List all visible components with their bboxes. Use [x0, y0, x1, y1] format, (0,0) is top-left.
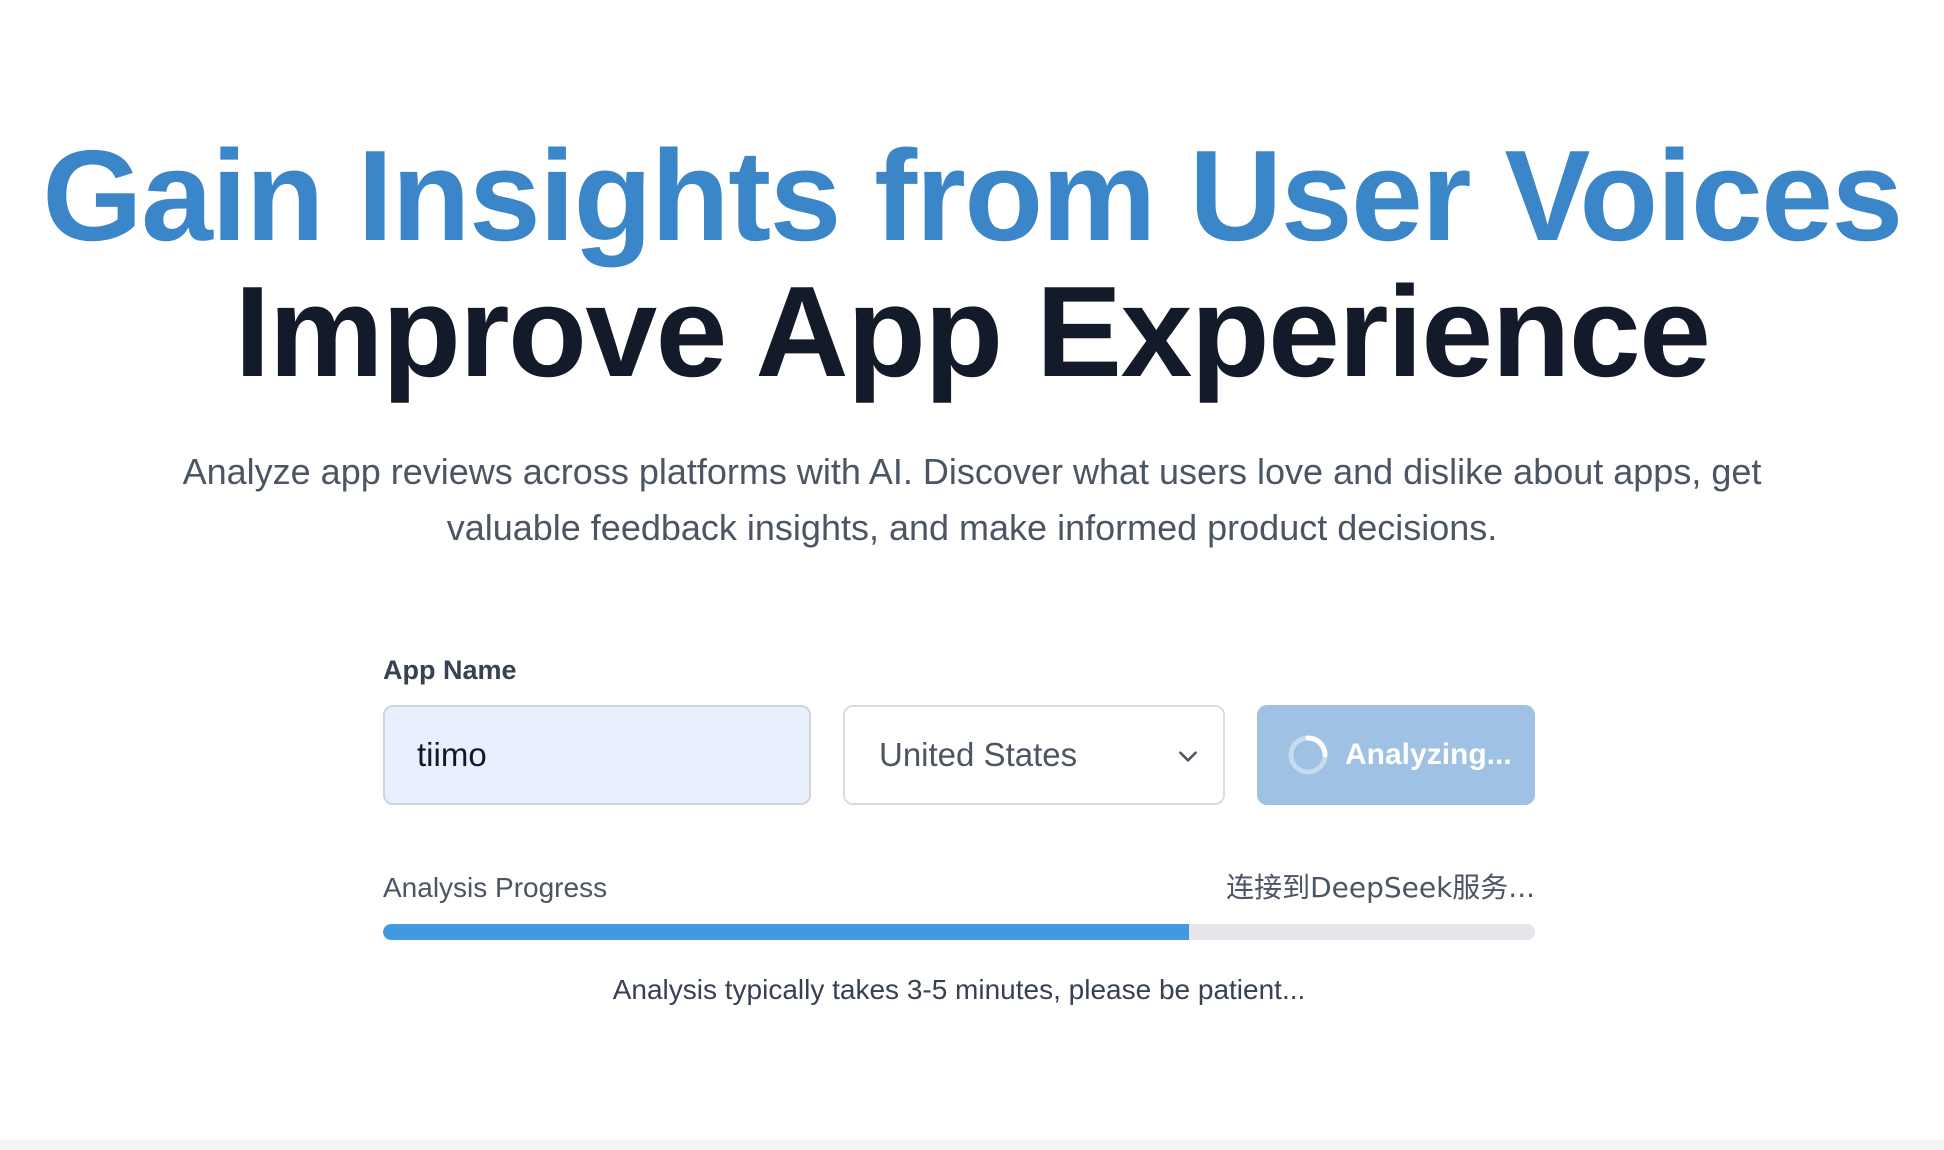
hero: Gain Insights from User Voices Improve A…: [0, 128, 1944, 400]
progress-note: Analysis typically takes 3-5 minutes, pl…: [612, 974, 1306, 1005]
hero-title-highlight: Gain Insights from User Voices: [42, 124, 1903, 268]
form-row: United States Analyzing...: [383, 705, 1535, 805]
progress-header: Analysis Progress 连接到DeepSeek服务...: [383, 868, 1535, 908]
footer-divider: [0, 1140, 1944, 1150]
app-name-label: App Name: [383, 655, 517, 685]
hero-title: Improve App Experience: [234, 260, 1711, 404]
progress-bar: [383, 924, 1535, 940]
country-select-value: United States: [879, 736, 1078, 773]
hero-subtitle: Analyze app reviews across platforms wit…: [100, 444, 1844, 556]
progress-title: Analysis Progress: [383, 872, 608, 903]
hero-subtitle-line-1: Analyze app reviews across platforms wit…: [182, 451, 1762, 492]
country-select[interactable]: United States: [843, 705, 1225, 805]
progress-bar-fill: [383, 924, 1190, 940]
analysis-form: App Name United States Analyzing... Anal…: [383, 650, 1535, 1005]
progress-status: 连接到DeepSeek服务...: [1226, 871, 1535, 904]
spinner-icon: [1288, 735, 1328, 775]
hero-subtitle-line-2: valuable feedback insights, and make inf…: [446, 507, 1498, 548]
analyze-button-label: Analyzing...: [1345, 738, 1512, 771]
page: Gain Insights from User Voices Improve A…: [0, 0, 1944, 1140]
app-name-input[interactable]: [383, 705, 811, 805]
chevron-down-icon: [1179, 751, 1197, 762]
analyze-button[interactable]: Analyzing...: [1257, 705, 1535, 805]
